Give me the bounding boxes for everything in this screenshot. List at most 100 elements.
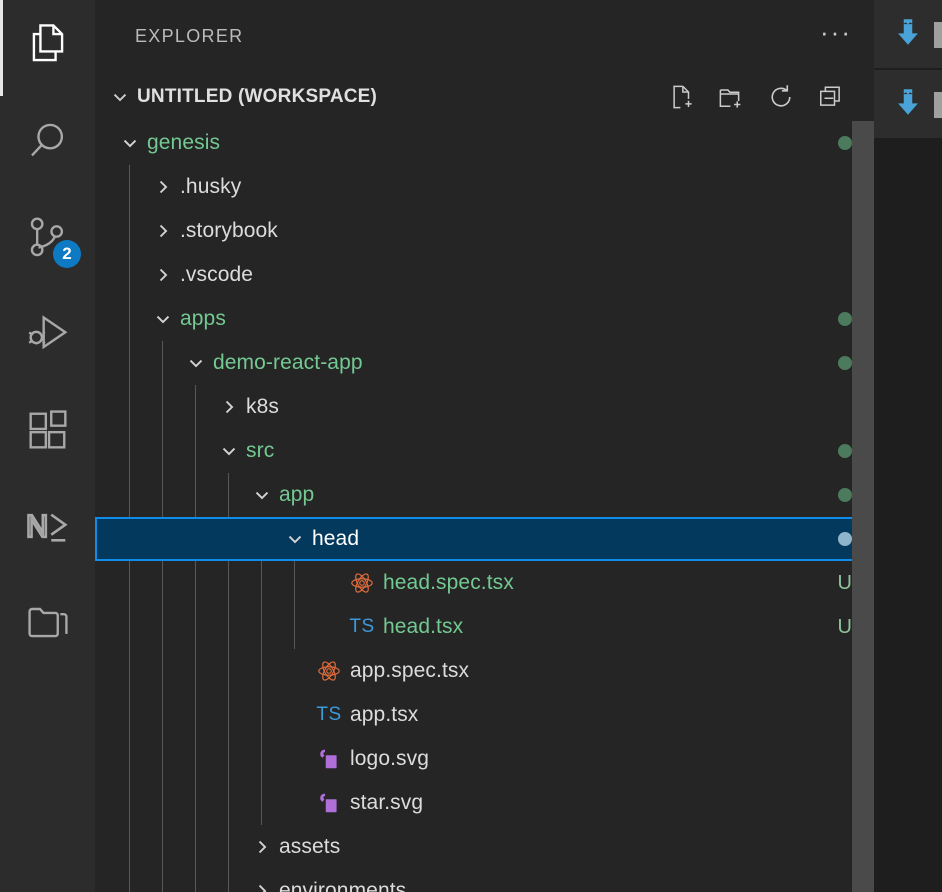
chevron-down-icon[interactable] (245, 473, 279, 517)
row-indent (95, 649, 278, 693)
tab-right-edge (934, 92, 942, 118)
workspace-section-header[interactable]: UNTITLED (WORKSPACE) (95, 73, 874, 121)
twisty-spacer (278, 781, 312, 825)
tree-row-label: k8s (246, 395, 279, 418)
chevron-right-icon[interactable] (146, 253, 180, 297)
twisty-spacer (311, 561, 345, 605)
tree-row-label: demo-react-app (213, 351, 363, 374)
status-dot (838, 356, 852, 370)
activity-item-extensions[interactable] (0, 384, 95, 480)
chevron-down-icon[interactable] (278, 517, 312, 561)
tree-row-label: genesis (147, 131, 221, 154)
tree-row-label: .vscode (180, 263, 254, 286)
tree-row-label: app.spec.tsx (350, 659, 470, 682)
tree-row-file[interactable]: logo.svg (95, 737, 874, 781)
tree-row-file[interactable]: head.spec.tsx U (95, 561, 874, 605)
react-icon (345, 561, 379, 605)
chevron-down-icon[interactable] (146, 297, 180, 341)
sidebar-scrollbar[interactable] (852, 121, 874, 892)
search-icon (22, 116, 74, 173)
activity-item-remote-explorer[interactable] (0, 576, 95, 672)
tree-row-label: head.tsx (383, 615, 464, 638)
sidebar-title-label: EXPLORER (135, 26, 244, 46)
editor-area-sliver (874, 0, 942, 892)
twisty-spacer (278, 737, 312, 781)
tree-row-folder[interactable]: head (95, 517, 874, 561)
tree-row-folder[interactable]: genesis (95, 121, 874, 165)
tree-row-file[interactable]: TS head.tsx U (95, 605, 874, 649)
tree-row-folder[interactable]: environments (95, 869, 874, 892)
file-tree: genesis .husky .storybook .vscode apps demo-r… (95, 121, 874, 892)
twisty-spacer (311, 605, 345, 649)
row-indent (95, 869, 245, 892)
activity-item-search[interactable] (0, 96, 95, 192)
chevron-down-icon[interactable] (212, 429, 246, 473)
tree-row-folder[interactable]: demo-react-app (95, 341, 874, 385)
tree-row-file[interactable]: TS app.tsx (95, 693, 874, 737)
refresh-icon[interactable] (766, 82, 796, 112)
tree-row-label: app.tsx (350, 703, 419, 726)
chevron-right-icon[interactable] (146, 209, 180, 253)
activity-item-explorer[interactable] (0, 0, 95, 96)
editor-body (874, 138, 942, 892)
status-dot (838, 532, 852, 546)
activity-item-source-control[interactable]: 2 (0, 192, 95, 288)
ts-icon: TS (349, 616, 375, 637)
row-indent (95, 385, 212, 429)
extensions-icon (22, 404, 74, 461)
status-dot (838, 444, 852, 458)
tree-row-folder[interactable]: .storybook (95, 209, 874, 253)
chevron-right-icon[interactable] (146, 165, 180, 209)
tree-row-label: src (246, 439, 275, 462)
activity-item-nx-console[interactable] (0, 480, 95, 576)
row-indent (95, 429, 212, 473)
chevron-down-icon[interactable] (179, 341, 213, 385)
row-indent (95, 165, 146, 209)
ts-icon: TS (316, 704, 342, 725)
tree-row-label: environments (279, 879, 407, 892)
row-indent (95, 825, 245, 869)
row-indent (95, 693, 278, 737)
svg-icon (312, 737, 346, 781)
tree-row-folder[interactable]: app (95, 473, 874, 517)
collapse-all-icon[interactable] (816, 82, 846, 112)
activity-item-run-and-debug[interactable] (0, 288, 95, 384)
tree-row-label: star.svg (350, 791, 424, 814)
chevron-down-icon[interactable] (113, 121, 147, 165)
sidebar-more-actions-button[interactable]: ··· (820, 19, 852, 47)
editor-tab-1[interactable] (874, 0, 942, 68)
row-indent (95, 341, 179, 385)
row-indent (95, 737, 278, 781)
tree-row-label: head (312, 527, 360, 550)
tree-row-label: logo.svg (350, 747, 430, 770)
chevron-right-icon[interactable] (212, 385, 246, 429)
tree-row-folder[interactable]: src (95, 429, 874, 473)
chevron-right-icon[interactable] (245, 825, 279, 869)
run-and-debug-icon (22, 308, 74, 365)
untracked-badge: U (837, 571, 852, 594)
react-icon (312, 649, 346, 693)
row-indent (95, 473, 245, 517)
explorer-sidebar: EXPLORER ··· UNTITLED (WORKSPACE) genesi… (95, 0, 874, 892)
workspace-actions (666, 82, 854, 112)
new-file-icon[interactable] (666, 82, 696, 112)
row-indent (95, 517, 278, 561)
tree-row-folder[interactable]: .vscode (95, 253, 874, 297)
tree-row-folder[interactable]: .husky (95, 165, 874, 209)
status-dot (838, 312, 852, 326)
nx-console-icon (22, 500, 74, 557)
tree-row-folder[interactable]: k8s (95, 385, 874, 429)
tree-row-file[interactable]: app.spec.tsx (95, 649, 874, 693)
activity-bar: 2 (0, 0, 95, 892)
tree-row-label: app (279, 483, 315, 506)
svg-icon (312, 781, 346, 825)
tree-row-label: .husky (180, 175, 242, 198)
vscode-window: 2 EXPLORER ··· UNTITLED (WORKSPACE) gene… (0, 0, 942, 892)
new-folder-icon[interactable] (716, 82, 746, 112)
editor-tab-2[interactable] (874, 70, 942, 138)
chevron-right-icon[interactable] (245, 869, 279, 892)
row-indent (95, 297, 146, 341)
tree-row-folder[interactable]: assets (95, 825, 874, 869)
tree-row-file[interactable]: star.svg (95, 781, 874, 825)
tree-row-folder[interactable]: apps (95, 297, 874, 341)
